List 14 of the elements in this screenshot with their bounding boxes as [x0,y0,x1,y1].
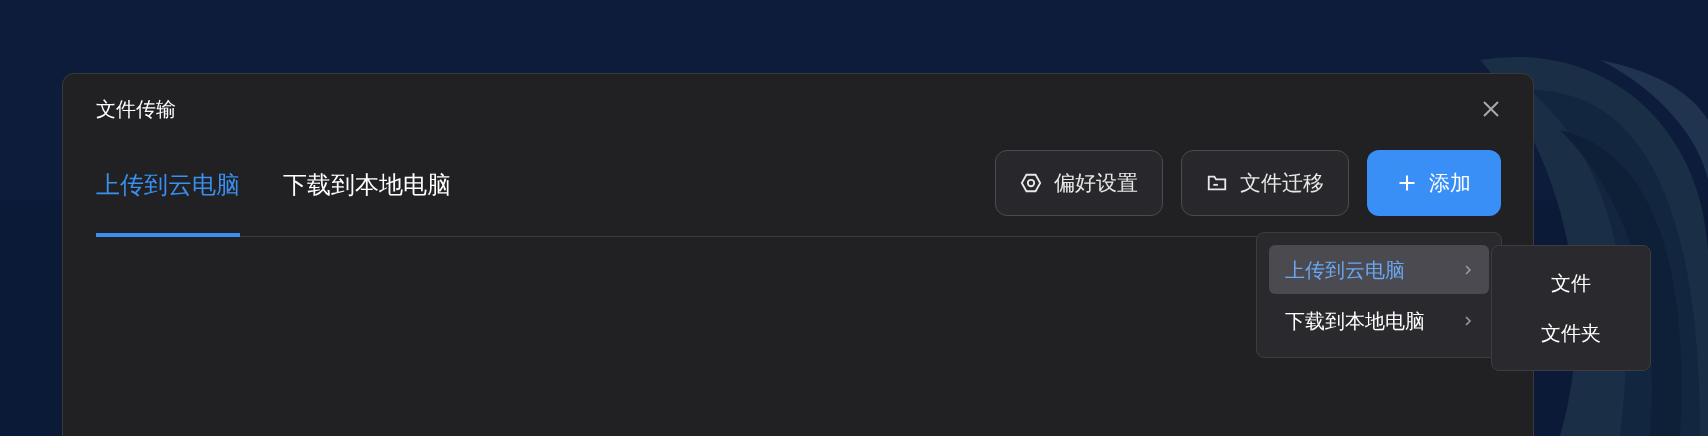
tab[interactable]: 上传到云电脑 [96,167,240,237]
toolbar-button[interactable]: 文件迁移 [1181,150,1349,216]
plus-icon [1397,173,1417,193]
chevron-right-icon [1463,313,1473,328]
menu-item[interactable]: 下载到本地电脑 [1269,296,1489,345]
menu-item[interactable]: 文件夹 [1492,308,1650,358]
chevron-right-icon [1463,262,1473,277]
menu-item[interactable]: 上传到云电脑 [1269,245,1489,294]
dialog-title: 文件传输 [96,97,176,122]
toolbar-button[interactable]: 偏好设置 [995,150,1163,216]
menu-item[interactable]: 文件 [1492,258,1650,308]
tab[interactable]: 下载到本地电脑 [283,167,451,237]
close-icon[interactable] [1482,100,1500,118]
settings-icon [1020,172,1042,194]
